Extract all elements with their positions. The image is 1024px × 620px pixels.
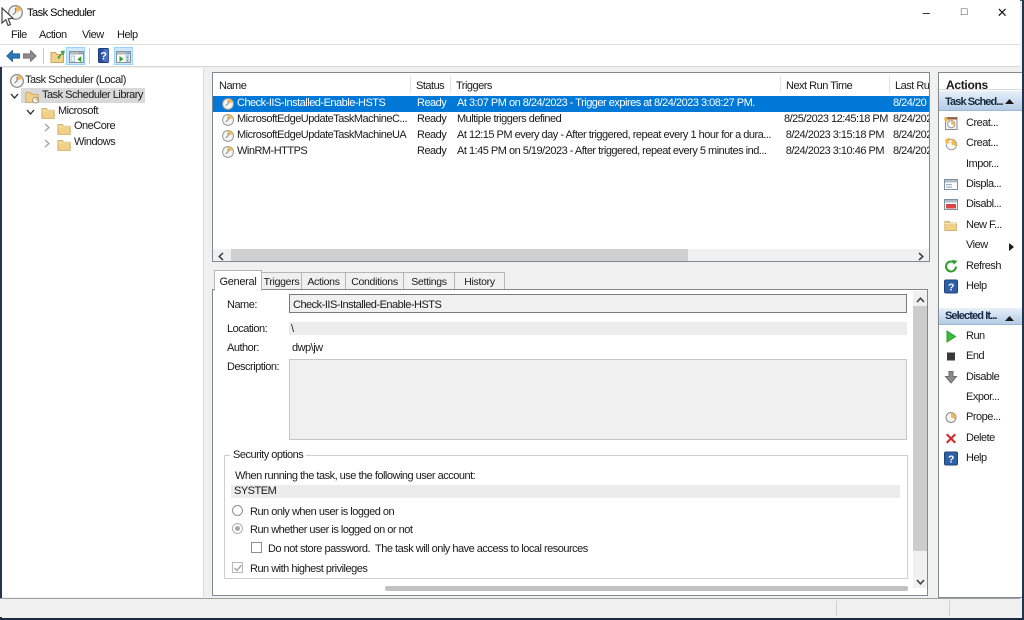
svg-text:?: ? [948, 282, 954, 294]
svg-text:?: ? [948, 454, 954, 466]
svg-text:?: ? [100, 51, 107, 63]
